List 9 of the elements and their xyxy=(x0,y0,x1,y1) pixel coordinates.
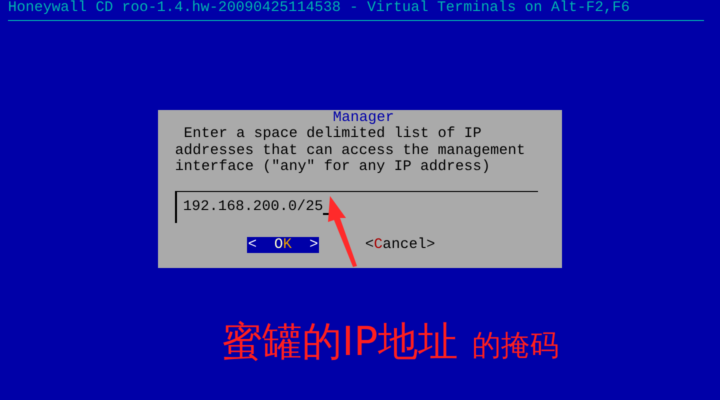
screen-title: Honeywall CD roo-1.4.hw-20090425114538 - Virtual Terminals on Alt-F2,F6 xyxy=(8,0,704,21)
ok-button[interactable]: < OK > xyxy=(247,236,320,252)
dialog-title: Manager xyxy=(332,110,396,126)
cancel-button[interactable]: <Cancel> xyxy=(364,236,436,252)
message-line: addresses that can access the management xyxy=(175,142,526,159)
message-line: interface ("any" for any IP address) xyxy=(175,159,492,176)
message-line: Enter a space delimited list of IP xyxy=(182,126,483,142)
annotation-text: 蜜罐的IP地址 xyxy=(222,318,458,367)
annotation-note: 的掩码 xyxy=(472,327,559,364)
